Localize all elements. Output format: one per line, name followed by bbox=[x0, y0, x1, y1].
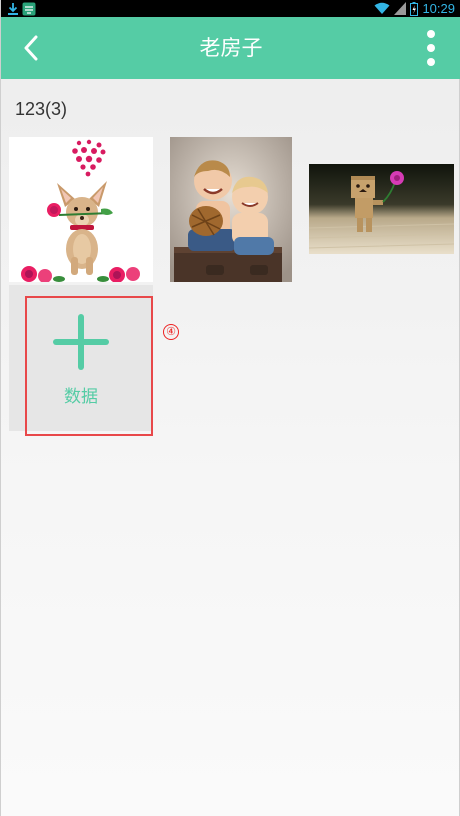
more-vertical-icon bbox=[427, 30, 435, 38]
photo-thumbnail-3[interactable] bbox=[309, 164, 454, 254]
photo-thumbnail-2[interactable] bbox=[170, 137, 292, 282]
page-title: 老房子 bbox=[199, 36, 263, 60]
wifi-icon bbox=[374, 2, 390, 14]
battery-icon bbox=[410, 1, 419, 16]
status-bar: 10:29 bbox=[1, 0, 460, 17]
signal-icon bbox=[394, 2, 407, 15]
status-time: 10:29 bbox=[422, 1, 455, 16]
chihuahua-photo bbox=[9, 137, 153, 282]
danbo-photo bbox=[309, 164, 454, 254]
notification-icon bbox=[22, 2, 36, 15]
annotation-highlight-box bbox=[25, 296, 153, 436]
app-bar: 老房子 bbox=[1, 17, 460, 79]
download-icon bbox=[8, 2, 18, 15]
album-title: 123(3) bbox=[15, 99, 68, 119]
kids-photo bbox=[170, 137, 292, 282]
annotation-marker: ④ bbox=[163, 324, 179, 340]
photo-thumbnail-1[interactable] bbox=[9, 137, 153, 282]
more-options-button[interactable] bbox=[411, 25, 451, 71]
